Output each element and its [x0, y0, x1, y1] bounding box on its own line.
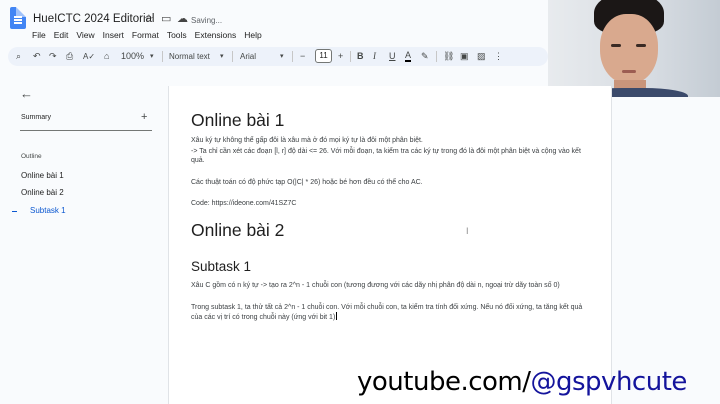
cloud-sync-icon[interactable]: ☁: [177, 13, 188, 25]
menu-tools[interactable]: Tools: [167, 29, 187, 41]
menu-extensions[interactable]: Extensions: [195, 29, 237, 41]
comment-icon[interactable]: ▣: [460, 50, 469, 63]
outline-item-online-bai-2[interactable]: Online bài 2: [21, 188, 64, 197]
menu-bar: File Edit View Insert Format Tools Exten…: [32, 29, 270, 41]
text-color-icon[interactable]: A: [405, 50, 412, 62]
zoom-chevron-down-icon[interactable]: ▾: [150, 50, 154, 63]
paragraph-code-link: Code: https://ideone.com/41SZ7C: [191, 200, 297, 207]
google-docs-window: HueICTC 2024 Editorial ☆ ▭ ☁ Saving... F…: [0, 0, 720, 404]
channel-watermark: youtube.com/@gspvhcute: [357, 366, 687, 398]
webcam-overlay: [548, 0, 720, 97]
print-icon[interactable]: ⎙: [66, 50, 73, 63]
heading-online-bai-1: Online bài 1: [191, 110, 285, 130]
paragraph: -> Ta chỉ cần xét các đoạn [l, r] độ dài…: [191, 148, 581, 164]
heading-subtask-1: Subtask 1: [191, 259, 252, 274]
toolbar-divider: [162, 51, 163, 62]
undo-icon[interactable]: ↶: [33, 50, 41, 63]
paragraph: Xâu ký tự không thể gấp đôi là xâu mà ở …: [191, 137, 423, 144]
italic-icon[interactable]: I: [373, 50, 376, 63]
font-chevron-down-icon[interactable]: ▾: [280, 50, 284, 63]
spellcheck-icon[interactable]: A✓: [83, 50, 95, 63]
paragraph-text: Trong subtask 1, ta thử tất cả 2^n - 1 c…: [191, 304, 583, 321]
docs-logo-icon[interactable]: [10, 7, 26, 29]
back-arrow-icon[interactable]: ←: [20, 87, 33, 101]
toolbar-divider: [292, 51, 293, 62]
link-icon[interactable]: ⛓: [443, 50, 454, 63]
menu-help[interactable]: Help: [244, 29, 261, 41]
bold-icon[interactable]: B: [357, 50, 364, 63]
underline-icon[interactable]: U: [389, 50, 396, 63]
redo-icon[interactable]: ↷: [49, 50, 57, 63]
document-page[interactable]: Online bài 1 Xâu ký tự không thể gấp đôi…: [168, 86, 612, 404]
canvas-margin: [612, 97, 720, 404]
paragraph: Các thuật toán có độ phức tạp O(|C| * 26…: [191, 179, 423, 186]
increase-font-size-icon[interactable]: +: [338, 50, 343, 63]
menu-format[interactable]: Format: [132, 29, 159, 41]
add-summary-icon[interactable]: +: [141, 111, 147, 123]
search-icon[interactable]: ⌕: [16, 50, 21, 63]
document-title[interactable]: HueICTC 2024 Editorial: [33, 13, 154, 25]
toolbar-divider: [232, 51, 233, 62]
menu-file[interactable]: File: [32, 29, 46, 41]
summary-label: Summary: [21, 114, 51, 121]
decrease-font-size-icon[interactable]: −: [300, 50, 305, 63]
menu-insert[interactable]: Insert: [103, 29, 124, 41]
toolbar-divider: [436, 51, 437, 62]
summary-divider: [20, 130, 152, 131]
paragraph: Xâu C gồm có n ký tự -> tạo ra 2^n - 1 c…: [191, 282, 560, 289]
font-select[interactable]: Arial: [240, 50, 256, 63]
style-select[interactable]: Normal text: [169, 50, 210, 63]
outline-item-subtask-1[interactable]: Subtask 1: [30, 206, 66, 215]
font-size-input[interactable]: 11: [315, 49, 332, 63]
style-chevron-down-icon[interactable]: ▾: [220, 50, 224, 63]
more-options-icon[interactable]: ⋮: [494, 50, 503, 63]
paint-format-icon[interactable]: ⌂: [104, 50, 109, 63]
menu-edit[interactable]: Edit: [54, 29, 69, 41]
toolbar-divider: [350, 51, 351, 62]
save-status: Saving...: [191, 16, 223, 25]
document-outline-panel: ← Summary + Outline Online bài 1 Online …: [0, 72, 168, 404]
watermark-handle: @gspvhcute: [530, 367, 688, 397]
move-folder-icon[interactable]: ▭: [161, 13, 171, 25]
active-indicator: [12, 211, 17, 212]
ibeam-cursor-icon: I: [466, 226, 469, 236]
text-cursor: [336, 312, 338, 320]
star-icon[interactable]: ☆: [144, 13, 154, 25]
highlight-icon[interactable]: ✎: [421, 50, 429, 63]
image-icon[interactable]: ▨: [477, 50, 486, 63]
heading-online-bai-2: Online bài 2: [191, 220, 285, 240]
formatting-toolbar: ⌕ ↶ ↷ ⎙ A✓ ⌂ 100% ▾ Normal text ▾ Arial …: [8, 47, 548, 66]
zoom-select[interactable]: 100%: [121, 50, 144, 63]
menu-view[interactable]: View: [76, 29, 94, 41]
outline-item-online-bai-1[interactable]: Online bài 1: [21, 171, 64, 180]
watermark-domain: youtube.com/: [357, 367, 531, 397]
paragraph: Trong subtask 1, ta thử tất cả 2^n - 1 c…: [191, 303, 593, 322]
outline-label: Outline: [21, 153, 42, 160]
